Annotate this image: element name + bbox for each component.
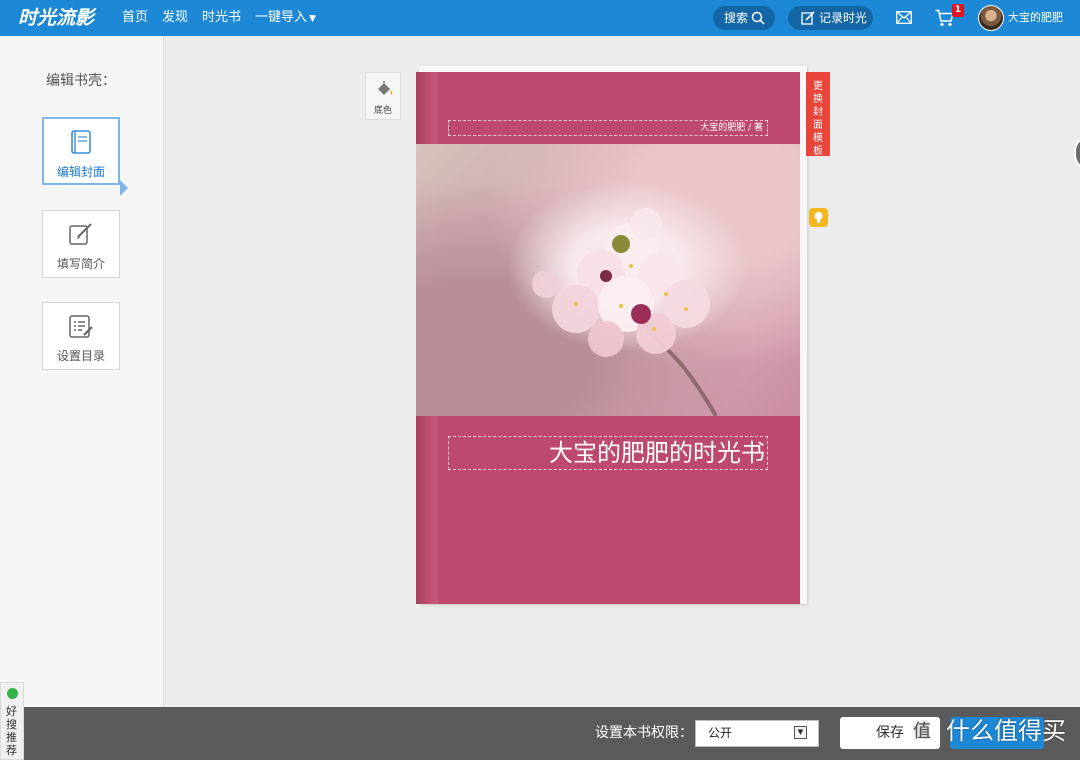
- watermark-text: 什么值得买: [946, 717, 1066, 745]
- nav-import[interactable]: 一键导入 ▼: [255, 0, 316, 36]
- sidebar-item-label: 编辑封面: [56, 165, 105, 179]
- change-cover-template-button[interactable]: 更 换 封 面 模 板: [806, 72, 830, 157]
- search-button[interactable]: 搜索: [713, 6, 775, 30]
- sidebar-item-edit-cover[interactable]: 编辑封面: [42, 117, 120, 185]
- permission-value: 公开: [708, 726, 733, 740]
- mail-icon[interactable]: [896, 11, 912, 24]
- sidebar-item-label: 设置目录: [56, 349, 105, 363]
- template-char: 板: [813, 146, 823, 157]
- recommend-label: 好搜推荐: [6, 705, 17, 757]
- watermark: 值什么值得买: [908, 709, 1066, 753]
- edit-icon: [801, 11, 815, 25]
- lightbulb-icon: [814, 212, 823, 223]
- chevron-down-icon: ▼: [794, 726, 807, 739]
- template-char: 封: [813, 107, 823, 118]
- search-label: 搜索: [724, 11, 749, 25]
- template-char: 更: [813, 81, 823, 92]
- sidebar-item-write-intro[interactable]: 填写简介: [42, 210, 120, 278]
- cherry-blossom-image: [532, 208, 718, 416]
- edit-shell-sidebar: 编辑书壳： 编辑封面 填写简介 设置目录: [0, 36, 164, 760]
- background-color-label: 底色: [373, 106, 392, 116]
- book-title-field[interactable]: 大宝的肥肥的时光书: [448, 436, 768, 470]
- search-icon: [751, 11, 765, 25]
- template-char: 模: [813, 133, 823, 144]
- author-line-field[interactable]: 大宝的肥肥 / 著: [448, 120, 768, 136]
- sidebar-item-label: 填写简介: [56, 257, 105, 271]
- permission-select[interactable]: 公开 ▼: [695, 720, 819, 747]
- status-dot-icon: [7, 688, 18, 699]
- chevron-down-icon: ▼: [309, 14, 316, 24]
- edit-pencil-icon: [69, 223, 92, 245]
- lightbulb-tip-icon[interactable]: [809, 208, 828, 227]
- site-logo[interactable]: 时光流影: [18, 5, 94, 31]
- paint-bucket-icon: [378, 81, 393, 95]
- main-nav: 首页 发现 时光书 一键导入 ▼: [122, 0, 330, 36]
- active-indicator-arrow: [120, 180, 128, 196]
- book-icon: [71, 130, 91, 154]
- nav-discover[interactable]: 发现: [162, 0, 188, 36]
- background-color-button[interactable]: 底色: [365, 72, 401, 120]
- floating-side-handle[interactable]: [1074, 136, 1080, 170]
- template-char: 面: [813, 120, 823, 131]
- nav-import-label: 一键导入: [255, 10, 308, 25]
- nav-home[interactable]: 首页: [122, 0, 148, 36]
- recommend-widget[interactable]: 好搜推荐: [0, 682, 24, 760]
- permission-label: 设置本书权限：: [595, 725, 693, 741]
- cart-count-badge: 1: [952, 4, 964, 17]
- sidebar-item-set-toc[interactable]: 设置目录: [42, 302, 120, 370]
- watermark-logo: 值: [908, 718, 936, 746]
- avatar[interactable]: [978, 5, 1004, 31]
- template-char: 换: [813, 94, 823, 105]
- book-cover: 大宝的肥肥 / 著 大宝的肥肥的时光书: [416, 72, 800, 604]
- nav-timebook[interactable]: 时光书: [202, 0, 241, 36]
- list-edit-icon: [69, 315, 93, 338]
- sidebar-title: 编辑书壳：: [46, 73, 116, 89]
- cover-photo[interactable]: [416, 144, 800, 416]
- record-moment-button[interactable]: 记录时光: [788, 6, 873, 30]
- username[interactable]: 大宝的肥肥: [1008, 0, 1063, 36]
- top-navbar: 时光流影 首页 发现 时光书 一键导入 ▼ 搜索 记录时光 1 大宝的肥肥: [0, 0, 1080, 36]
- record-moment-label: 记录时光: [819, 11, 868, 25]
